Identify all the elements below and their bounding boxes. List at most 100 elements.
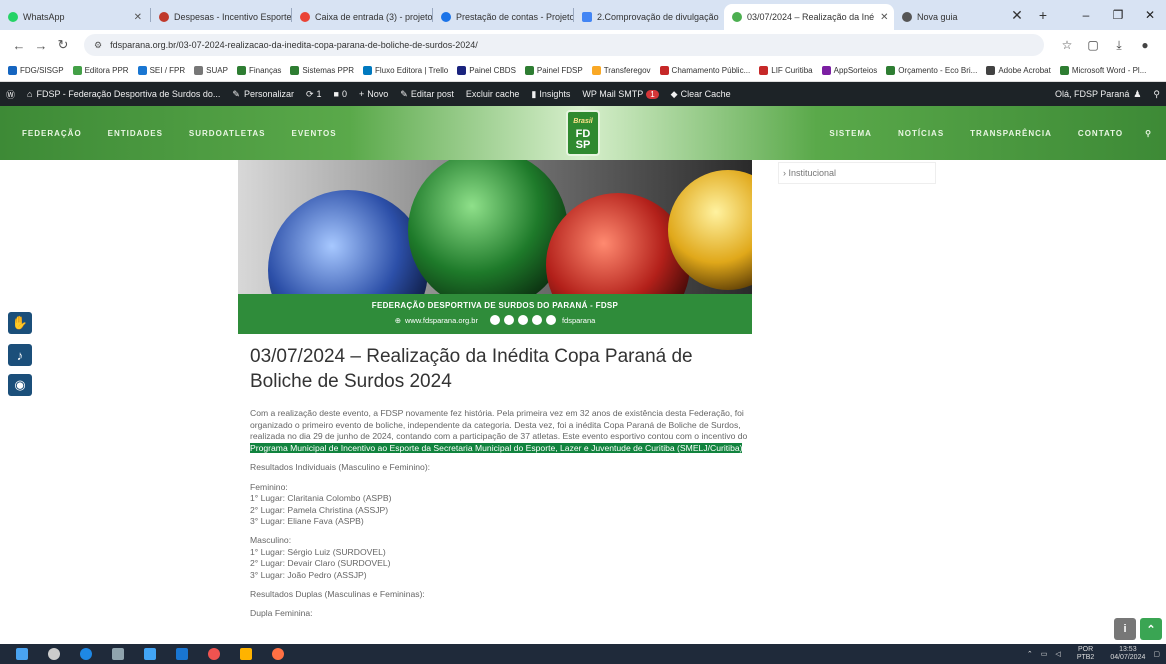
scroll-top-icon[interactable]: ⌃ xyxy=(1140,618,1162,640)
bookmark-item[interactable]: Orçamento - Eco Bri... xyxy=(886,66,977,75)
bookmark-item[interactable]: Painel CBDS xyxy=(457,66,516,75)
tab-despesas[interactable]: Despesas - Incentivo Esporte ✕ xyxy=(151,4,291,30)
bookmark-star-icon[interactable]: ☆ xyxy=(1054,38,1080,52)
youtube-icon xyxy=(517,315,528,325)
search-icon[interactable]: ⚲ xyxy=(1153,89,1160,100)
close-tab-icon[interactable]: ✕ xyxy=(874,12,888,23)
close-tab-icon[interactable]: ✕ xyxy=(128,12,142,23)
new-tab-favicon-icon xyxy=(902,12,912,22)
article-content: 03/07/2024 – Realização da Inédita Copa … xyxy=(250,344,750,620)
tab-new[interactable]: Nova guia xyxy=(894,4,984,30)
audio-reader-icon[interactable]: ♪ xyxy=(8,344,32,366)
notification-icon[interactable]: ▢ xyxy=(1153,650,1160,658)
wp-edit-post[interactable]: ✎ Editar post xyxy=(400,89,454,100)
site-logo[interactable]: Brasil FD SP xyxy=(566,110,600,156)
comment-icon: ■ xyxy=(333,89,339,99)
app-icon[interactable] xyxy=(144,648,156,660)
bookmark-item[interactable]: FDG/SISGP xyxy=(8,66,64,75)
windows-start-icon[interactable] xyxy=(16,648,28,660)
forward-icon[interactable]: → xyxy=(30,38,52,53)
hide-eye-icon[interactable]: ◉ xyxy=(8,374,32,396)
bookmark-item[interactable]: AppSorteios xyxy=(821,66,877,75)
tab-whatsapp[interactable]: WhatsApp ✕ xyxy=(0,4,150,30)
search-icon[interactable] xyxy=(48,648,60,660)
app-icon[interactable] xyxy=(272,648,284,660)
wp-customize[interactable]: ✎ Personalizar xyxy=(232,89,294,100)
nav-entidades[interactable]: ENTIDADES xyxy=(108,129,163,138)
bookmark-item[interactable]: Chamamento Públic... xyxy=(659,66,750,75)
bookmark-item[interactable]: LIF Curitiba xyxy=(759,66,813,75)
sign-language-icon[interactable]: ✋ xyxy=(8,312,32,334)
chevron-up-icon[interactable]: ⌃ xyxy=(1027,650,1033,658)
bookmark-item[interactable]: Sistemas PPR xyxy=(290,66,354,75)
wp-new[interactable]: + Novo xyxy=(359,89,388,99)
tab-active-article[interactable]: 03/07/2024 – Realização da Iné ✕ xyxy=(724,4,894,30)
volume-icon[interactable]: ◁ xyxy=(1055,650,1060,658)
nav-federacao[interactable]: FEDERAÇÃO xyxy=(22,129,82,138)
nav-transparencia[interactable]: TRANSPARÊNCIA xyxy=(970,129,1052,138)
list-item: 3° Lugar: João Pedro (ASSJP) xyxy=(250,569,367,580)
profile-avatar-icon[interactable]: ● xyxy=(1132,38,1158,52)
download-icon[interactable]: ⤓ xyxy=(1106,38,1132,53)
url-field[interactable]: ⚙ fdsparana.org.br/03-07-2024-realizacao… xyxy=(84,34,1044,56)
wp-clear-cache[interactable]: ◆ Clear Cache xyxy=(671,89,731,100)
bookmark-item[interactable]: Adobe Acrobat xyxy=(986,66,1051,75)
results-individual-heading: Resultados Individuais (Masculino e Femi… xyxy=(250,462,431,473)
pairs-feminine-heading: Dupla Feminina: xyxy=(250,608,313,619)
bookmark-item[interactable]: Fluxo Editora | Trello xyxy=(363,66,448,75)
nav-contato[interactable]: CONTATO xyxy=(1078,129,1123,138)
restore-icon[interactable]: ❐ xyxy=(1102,8,1134,22)
bookmark-icon xyxy=(1059,66,1069,75)
wp-delete-cache[interactable]: Excluir cache xyxy=(466,89,520,99)
article-intro: Com a realização deste evento, a FDSP no… xyxy=(250,408,748,453)
fdsp-favicon-icon xyxy=(732,12,742,22)
network-icon[interactable]: ▭ xyxy=(1041,650,1048,658)
extensions-icon[interactable]: ▢ xyxy=(1080,38,1106,52)
site-info-icon[interactable]: ⚙ xyxy=(94,40,102,51)
clock[interactable]: 13:53 04/07/2024 xyxy=(1102,646,1145,662)
file-explorer-icon[interactable] xyxy=(240,648,252,660)
reload-icon[interactable]: ↻ xyxy=(52,37,74,53)
tab-comprovacao[interactable]: 2.Comprovação de divulgação ✕ xyxy=(574,4,724,30)
browser-tab-strip: WhatsApp ✕ Despesas - Incentivo Esporte … xyxy=(0,0,1166,30)
app-icon[interactable] xyxy=(176,648,188,660)
bookmark-item[interactable]: Editora PPR xyxy=(72,66,129,75)
incentive-program-link[interactable]: Programa Municipal de Incentivo ao Espor… xyxy=(250,442,743,453)
wp-comments[interactable]: ■ 0 xyxy=(334,89,347,99)
nav-search-icon[interactable]: ⚲ xyxy=(1145,129,1152,138)
new-tab-button[interactable]: + xyxy=(1030,7,1056,23)
wordpress-logo-icon[interactable]: Ⓦ xyxy=(6,88,15,101)
bookmark-item[interactable]: SEI / FPR xyxy=(137,66,185,75)
nav-surdoatletas[interactable]: SURDOATLETAS xyxy=(189,129,266,138)
language-indicator[interactable]: POR PTB2 xyxy=(1069,646,1095,662)
tab-close-icon[interactable]: ✕ xyxy=(1004,7,1030,24)
close-window-icon[interactable]: ✕ xyxy=(1134,8,1166,22)
bookmark-icon xyxy=(886,66,896,75)
bookmark-item[interactable]: Transferegov xyxy=(591,66,651,75)
nav-noticias[interactable]: NOTÍCIAS xyxy=(898,129,944,138)
bookmark-icon xyxy=(659,66,669,75)
bookmark-item[interactable]: SUAP xyxy=(194,66,228,75)
wp-site-name[interactable]: ⌂ FDSP - Federação Desportiva de Surdos d… xyxy=(27,89,220,99)
bookmark-icon xyxy=(524,66,534,75)
nav-eventos[interactable]: EVENTOS xyxy=(292,129,337,138)
wp-account[interactable]: Olá, FDSP Paraná ♟ xyxy=(1055,89,1141,100)
bookmark-item[interactable]: Microsoft Word - Pl... xyxy=(1059,66,1146,75)
tab-gmail[interactable]: Caixa de entrada (3) - projetos ✕ xyxy=(292,4,432,30)
article-title: 03/07/2024 – Realização da Inédita Copa … xyxy=(250,346,693,392)
wp-insights[interactable]: ▮ Insights xyxy=(531,89,570,100)
task-view-icon[interactable] xyxy=(112,648,124,660)
sidebar-link-institucional[interactable]: › Institucional xyxy=(783,168,836,178)
wp-updates[interactable]: ⟳ 1 xyxy=(306,89,322,100)
minimize-icon[interactable]: – xyxy=(1070,8,1102,22)
nav-sistema[interactable]: SISTEMA xyxy=(829,129,872,138)
chrome-icon[interactable] xyxy=(208,648,220,660)
wp-admin-bar: Ⓦ ⌂ FDSP - Federação Desportiva de Surdos… xyxy=(0,82,1166,106)
bookmark-item[interactable]: Painel FDSP xyxy=(524,66,583,75)
back-icon[interactable]: ← xyxy=(8,38,30,53)
wp-mail-smtp[interactable]: WP Mail SMTP 1 xyxy=(582,89,659,99)
tab-prestacao[interactable]: Prestação de contas - Projeto ✕ xyxy=(433,4,573,30)
bookmark-item[interactable]: Finanças xyxy=(236,66,281,75)
info-icon[interactable]: i xyxy=(1114,618,1136,640)
edge-icon[interactable] xyxy=(80,648,92,660)
